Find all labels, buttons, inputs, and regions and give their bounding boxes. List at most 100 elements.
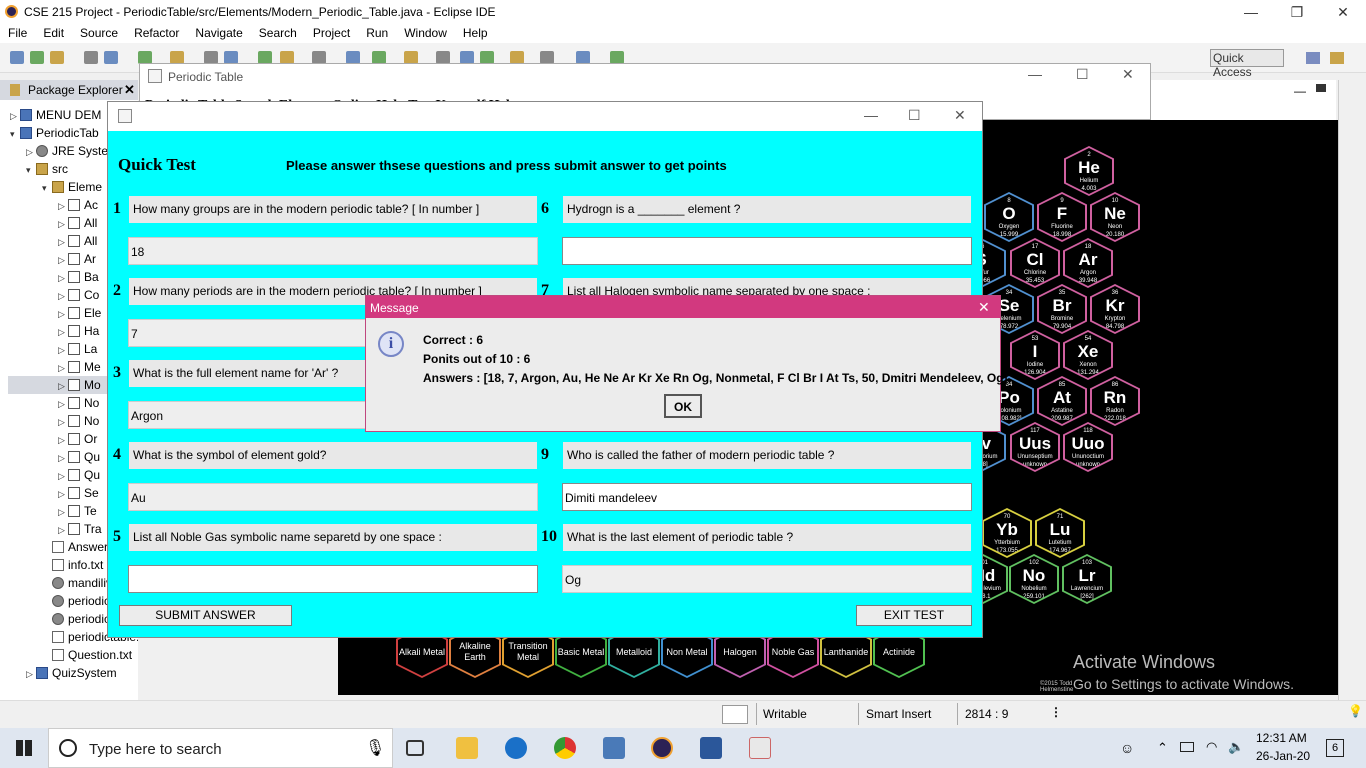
pt-minimize-button[interactable]: — (1028, 66, 1042, 82)
restore-button[interactable]: ❐ (1274, 0, 1320, 24)
expand-arrow-icon[interactable]: ▷ (10, 107, 20, 125)
tree-item[interactable]: ▷ Tra (58, 520, 102, 538)
expand-arrow-icon[interactable]: ▷ (58, 395, 68, 413)
expand-arrow-icon[interactable]: ▷ (58, 467, 68, 485)
tree-item[interactable]: info.txt (42, 556, 103, 574)
word-icon[interactable] (700, 737, 722, 759)
expand-arrow-icon[interactable]: ▷ (58, 305, 68, 323)
message-close-button[interactable]: ✕ (978, 299, 990, 316)
close-view-icon[interactable]: ✕ (124, 82, 135, 98)
expand-arrow-icon[interactable]: ▾ (42, 179, 52, 197)
expand-arrow-icon[interactable]: ▷ (58, 251, 68, 269)
edge-icon[interactable] (505, 737, 527, 759)
expand-arrow-icon[interactable]: ▷ (58, 197, 68, 215)
tree-item[interactable]: ▷ All (58, 232, 97, 250)
expand-arrow-icon[interactable]: ▷ (58, 233, 68, 251)
chrome-icon[interactable] (554, 737, 576, 759)
tree-item[interactable]: ▷ Ba (58, 268, 99, 286)
tree-item[interactable]: ▾ src (26, 160, 68, 178)
perspective-icon[interactable] (1306, 52, 1320, 64)
people-icon[interactable]: ☺ (1120, 740, 1134, 756)
minimize-button[interactable]: — (1228, 0, 1274, 24)
answer-field[interactable] (562, 237, 972, 265)
tree-item[interactable]: ▷ No (58, 412, 99, 430)
close-button[interactable]: ✕ (1320, 0, 1366, 24)
eclipse-taskbar-icon[interactable] (651, 737, 673, 759)
toolbar-icon[interactable] (104, 51, 118, 64)
java-app-icon[interactable] (749, 737, 771, 759)
pt-close-button[interactable]: ✕ (1122, 66, 1134, 83)
menu-run[interactable]: Run (358, 24, 396, 40)
menu-refactor[interactable]: Refactor (126, 24, 187, 40)
menu-help[interactable]: Help (455, 24, 496, 40)
toolbar-icon[interactable] (10, 51, 24, 64)
submit-answer-button[interactable]: SUBMIT ANSWER (119, 605, 292, 626)
answer-field[interactable]: 18 (128, 237, 538, 265)
windows-start-icon[interactable] (16, 740, 32, 756)
tree-item[interactable]: ▷ No (58, 394, 99, 412)
tree-item[interactable]: ▷ Ele (58, 304, 101, 322)
computer-icon[interactable] (603, 737, 625, 759)
tree-item[interactable]: ▷ MENU DEM (10, 106, 101, 124)
tree-item[interactable]: periodic_ (42, 592, 117, 610)
tree-item[interactable]: ▷ Me (58, 358, 101, 376)
expand-arrow-icon[interactable]: ▷ (58, 215, 68, 233)
expand-arrow-icon[interactable]: ▷ (58, 449, 68, 467)
answer-field[interactable]: Og (562, 565, 972, 593)
tree-item[interactable]: ▷ Se (58, 484, 99, 502)
task-view-icon[interactable] (406, 740, 424, 756)
ok-button[interactable]: OK (664, 394, 702, 418)
expand-arrow-icon[interactable]: ▷ (26, 665, 36, 683)
clock-date[interactable]: 26-Jan-20 (1256, 749, 1310, 763)
tree-item[interactable]: ▷ Co (58, 286, 99, 304)
expand-arrow-icon[interactable]: ▷ (58, 341, 68, 359)
expand-arrow-icon[interactable]: ▷ (58, 521, 68, 539)
clock-time[interactable]: 12:31 AM (1256, 731, 1307, 745)
pt-maximize-button[interactable]: ☐ (1076, 66, 1089, 83)
menu-file[interactable]: File (0, 24, 35, 40)
taskbar-search[interactable]: Type here to search 🎙 (48, 728, 393, 768)
menu-edit[interactable]: Edit (35, 24, 72, 40)
tree-item[interactable]: ▷ Or (58, 430, 97, 448)
qt-close-button[interactable]: ✕ (954, 107, 966, 124)
expand-arrow-icon[interactable]: ▾ (10, 125, 20, 143)
tree-item[interactable]: ▷ Ar (58, 250, 96, 268)
tree-item[interactable]: Question.txt (42, 646, 132, 664)
status-more-icon[interactable]: ⋮ (1050, 705, 1062, 719)
notification-icon[interactable]: 6 (1326, 739, 1344, 757)
tree-item[interactable]: ▷ All (58, 214, 97, 232)
tree-item[interactable]: ▷ Ac (58, 196, 98, 214)
quick-access-field[interactable]: Quick Access (1210, 49, 1284, 79)
tree-item[interactable]: ▷ Te (58, 502, 97, 520)
tree-item[interactable]: ▷ JRE Syste (26, 142, 108, 160)
toolbar-icon[interactable] (84, 51, 98, 64)
toolbar-icon[interactable] (50, 51, 64, 64)
tip-icon[interactable]: 💡 (1348, 704, 1363, 718)
answer-field[interactable]: Dimiti mandeleev (562, 483, 972, 511)
expand-arrow-icon[interactable]: ▷ (58, 431, 68, 449)
expand-arrow-icon[interactable]: ▾ (26, 161, 36, 179)
expand-arrow-icon[interactable]: ▷ (58, 359, 68, 377)
tree-item[interactable]: ▾ Eleme (42, 178, 102, 196)
expand-arrow-icon[interactable]: ▷ (58, 287, 68, 305)
expand-arrow-icon[interactable]: ▷ (58, 503, 68, 521)
qt-minimize-button[interactable]: — (864, 107, 878, 123)
tree-item[interactable]: ▷ QuizSystem (26, 664, 117, 682)
expand-arrow-icon[interactable]: ▷ (26, 143, 36, 161)
answer-field[interactable] (128, 565, 538, 593)
menu-navigate[interactable]: Navigate (187, 24, 250, 40)
exit-test-button[interactable]: EXIT TEST (856, 605, 972, 626)
microphone-icon[interactable]: 🎙 (365, 738, 385, 758)
toolbar-icon[interactable] (30, 51, 44, 64)
tree-item[interactable]: ▾ PeriodicTab (10, 124, 99, 142)
menu-window[interactable]: Window (396, 24, 455, 40)
tree-item[interactable]: ▷ Qu (58, 466, 100, 484)
expand-arrow-icon[interactable]: ▷ (58, 413, 68, 431)
wifi-icon[interactable]: ◠ (1206, 739, 1217, 755)
qt-maximize-button[interactable]: ☐ (908, 107, 921, 124)
menu-search[interactable]: Search (251, 24, 305, 40)
file-explorer-icon[interactable] (456, 737, 478, 759)
expand-arrow-icon[interactable]: ▷ (58, 323, 68, 341)
tree-item[interactable]: mandiliv (42, 574, 112, 592)
tree-item[interactable]: ▷ Ha (58, 322, 99, 340)
